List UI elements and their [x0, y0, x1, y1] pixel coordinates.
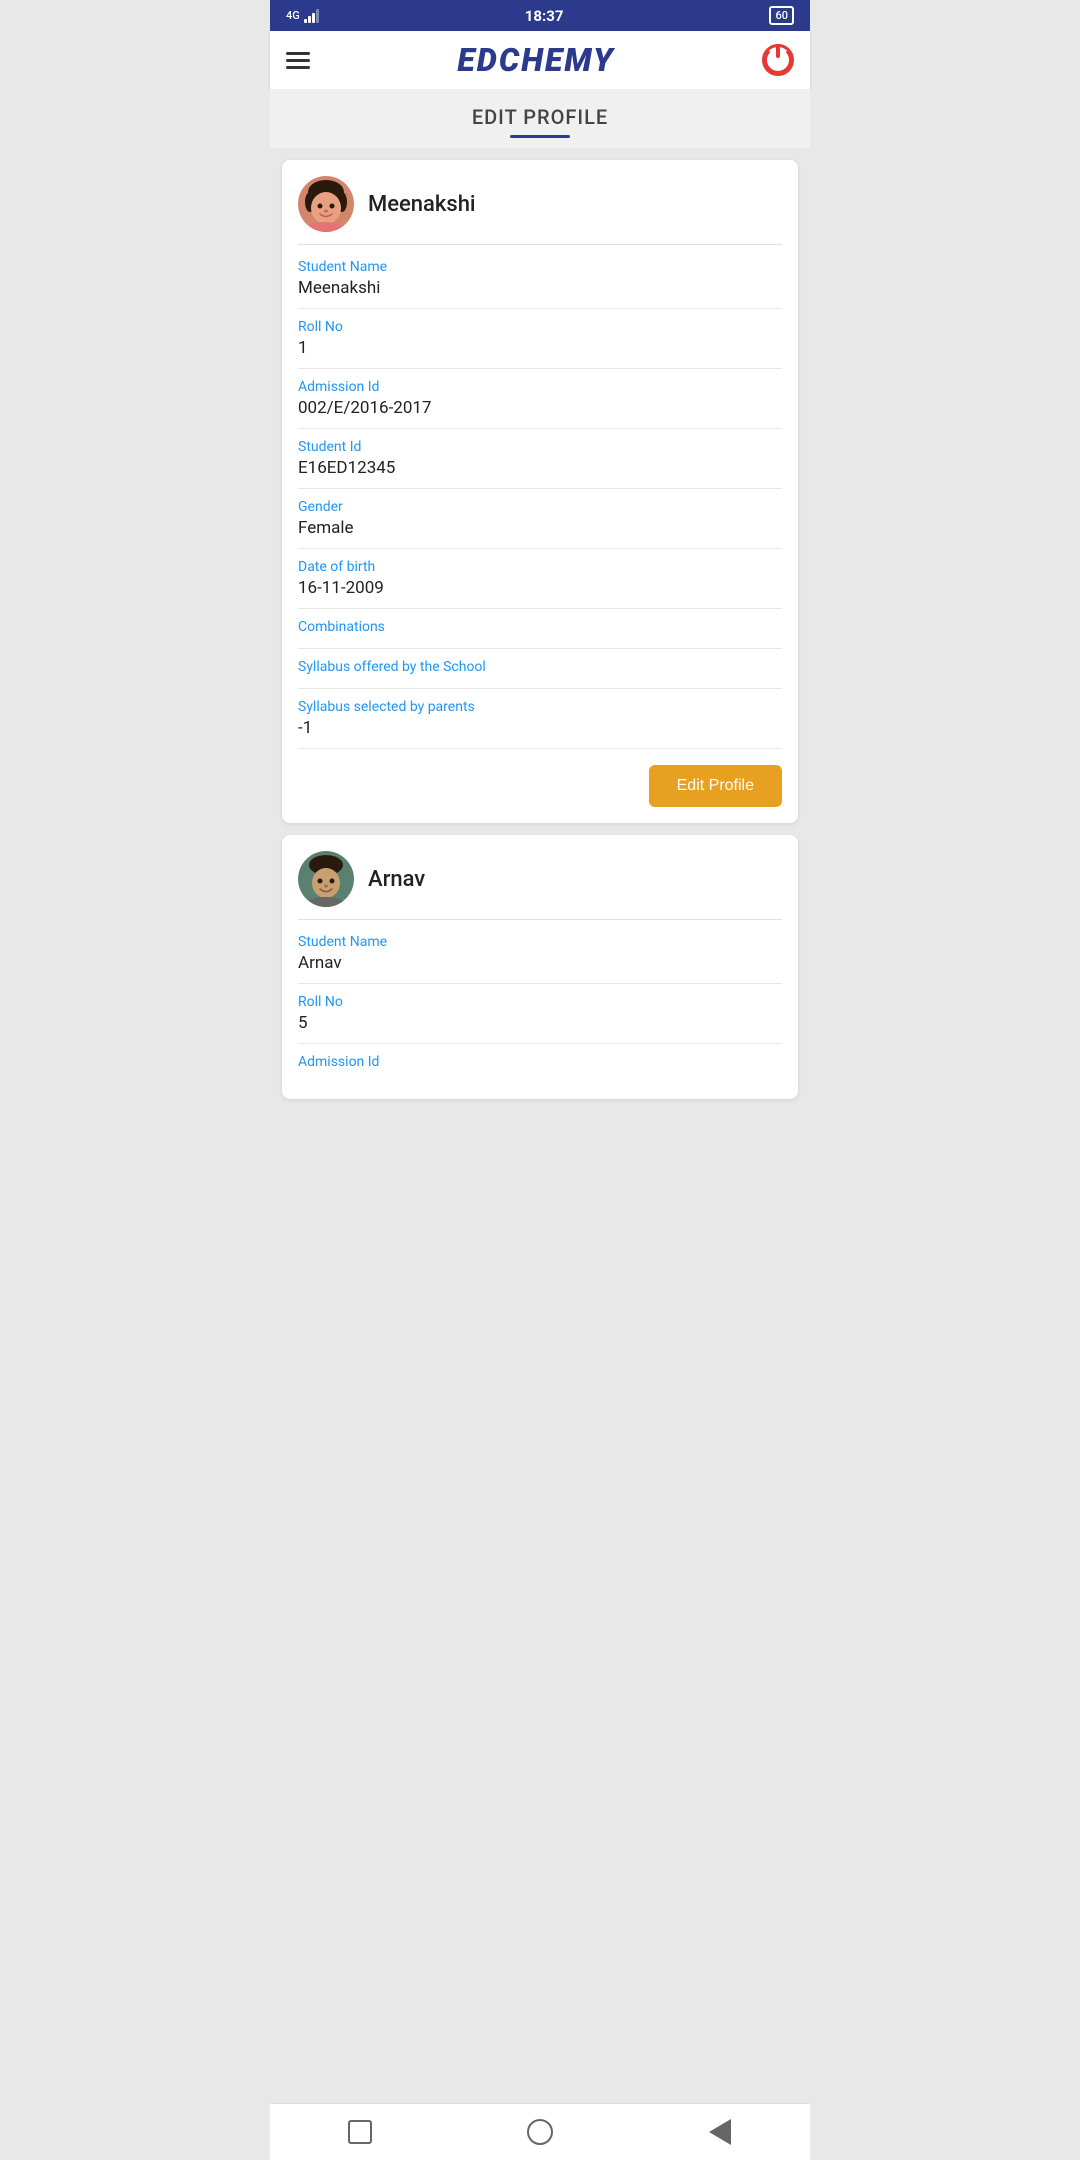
edit-profile-button-meenakshi[interactable]: Edit Profile	[649, 765, 782, 807]
battery-indicator: 60	[769, 6, 794, 25]
bar1	[304, 19, 307, 23]
label-admission-id: Admission Id	[298, 379, 782, 395]
field-arnav-admission-id: Admission Id	[298, 1044, 782, 1083]
hamburger-line-2	[286, 59, 310, 62]
profile-card-arnav: Arnav Student Name Arnav Roll No 5 Admis…	[282, 835, 798, 1099]
page-title: EDIT PROFILE	[270, 105, 810, 129]
field-admission-id: Admission Id 002/E/2016-2017	[298, 369, 782, 429]
menu-button[interactable]	[286, 52, 310, 69]
value-student-name: Meenakshi	[298, 278, 782, 298]
label-student-name: Student Name	[298, 259, 782, 275]
label-gender: Gender	[298, 499, 782, 515]
back-icon	[527, 2119, 553, 2145]
signal-bars	[304, 9, 319, 23]
label-arnav-student-name: Student Name	[298, 934, 782, 950]
label-combinations: Combinations	[298, 619, 782, 635]
nav-previous-button[interactable]	[704, 2116, 736, 2148]
value-arnav-student-name: Arnav	[298, 953, 782, 973]
field-student-id: Student Id E16ED12345	[298, 429, 782, 489]
value-gender: Female	[298, 518, 782, 538]
app-header: EDCHEMY	[270, 31, 810, 89]
signal-indicator: 4G	[286, 9, 319, 23]
label-syllabus-selected: Syllabus selected by parents	[298, 699, 782, 715]
previous-icon	[709, 2119, 731, 2145]
nav-home-button[interactable]	[344, 2116, 376, 2148]
label-dob: Date of birth	[298, 559, 782, 575]
bottom-navigation	[270, 2103, 810, 2160]
profile-header-meenakshi: Meenakshi	[298, 176, 782, 245]
label-arnav-admission-id: Admission Id	[298, 1054, 782, 1070]
field-syllabus-offered: Syllabus offered by the School	[298, 649, 782, 689]
signal-type: 4G	[286, 9, 300, 22]
value-admission-id: 002/E/2016-2017	[298, 398, 782, 418]
profile-name-meenakshi: Meenakshi	[368, 192, 476, 217]
nav-back-button[interactable]	[524, 2116, 556, 2148]
value-roll-no: 1	[298, 338, 782, 358]
value-dob: 16-11-2009	[298, 578, 782, 598]
profile-header-arnav: Arnav	[298, 851, 782, 920]
edit-button-container: Edit Profile	[298, 749, 782, 807]
field-student-name: Student Name Meenakshi	[298, 249, 782, 309]
page-title-underline	[510, 135, 570, 138]
page-title-section: EDIT PROFILE	[270, 89, 810, 148]
field-arnav-roll-no: Roll No 5	[298, 984, 782, 1044]
home-icon	[348, 2120, 372, 2144]
label-syllabus-offered: Syllabus offered by the School	[298, 659, 782, 675]
value-syllabus-selected: -1	[298, 718, 782, 738]
field-syllabus-selected: Syllabus selected by parents -1	[298, 689, 782, 749]
field-dob: Date of birth 16-11-2009	[298, 549, 782, 609]
label-arnav-roll-no: Roll No	[298, 994, 782, 1010]
profile-name-arnav: Arnav	[368, 867, 425, 892]
app-logo: EDCHEMY	[457, 41, 614, 79]
power-button[interactable]	[762, 44, 794, 76]
hamburger-line-3	[286, 66, 310, 69]
label-student-id: Student Id	[298, 439, 782, 455]
field-roll-no: Roll No 1	[298, 309, 782, 369]
avatar-arnav	[298, 851, 354, 907]
status-time: 18:37	[525, 7, 564, 25]
avatar-meenakshi	[298, 176, 354, 232]
value-arnav-roll-no: 5	[298, 1013, 782, 1033]
bar3	[312, 13, 315, 23]
profile-card-meenakshi: Meenakshi Student Name Meenakshi Roll No…	[282, 160, 798, 823]
content-area: Meenakshi Student Name Meenakshi Roll No…	[270, 160, 810, 1181]
label-roll-no: Roll No	[298, 319, 782, 335]
status-bar: 4G 18:37 60	[270, 0, 810, 31]
field-arnav-student-name: Student Name Arnav	[298, 924, 782, 984]
bar2	[308, 16, 311, 23]
value-student-id: E16ED12345	[298, 458, 782, 478]
field-gender: Gender Female	[298, 489, 782, 549]
bar4	[316, 9, 319, 23]
hamburger-line-1	[286, 52, 310, 55]
field-combinations: Combinations	[298, 609, 782, 649]
